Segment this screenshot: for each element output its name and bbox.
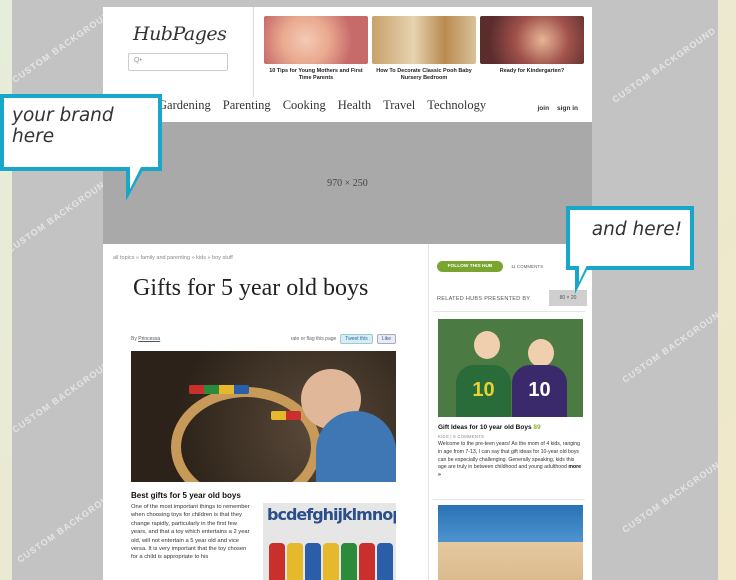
tweet-button[interactable]: Tweet this [340,334,373,344]
header-divider [253,7,254,97]
boy-face [528,339,554,367]
related-hub-summary: Welcome to the pre-teen years! As the mo… [438,441,584,480]
follow-hub-button[interactable]: FOLLOW THIS HUB [437,261,503,272]
boys-jerseys-photo[interactable]: 10 10 [438,319,583,417]
article-meta-row: By Princessa rate or flag this page Twee… [131,334,396,344]
jersey-purple: 10 [512,365,567,417]
nav-item-health[interactable]: Health [338,98,371,113]
lego-letters: bcdefghijklmnop [267,505,396,524]
lego-figure [359,543,375,580]
toy-train-car [271,411,301,420]
sign-in-link[interactable]: sign in [557,105,578,112]
author-byline: By Princessa [131,336,160,342]
hub-page: HubPages Q• 10 Tips for Young Mothers an… [103,7,592,580]
join-link[interactable]: join [537,105,549,112]
banner-size-label: 970 × 250 [327,177,368,189]
promo-caption[interactable]: 10 Tips for Young Mothers and First Time… [264,68,368,82]
promo-item[interactable]: 10 Tips for Young Mothers and First Time… [264,16,368,82]
lego-figures-photo: bcdefghijklmnop [263,503,396,580]
promo-caption[interactable]: How To Decorate Classic Pooh Baby Nurser… [372,68,476,82]
sidebar-divider [433,311,585,312]
promo-caption[interactable]: Ready for Kindergarten? [480,68,584,75]
watermark-text: CUSTOM BACKGROUND [620,455,718,535]
nav-item-travel[interactable]: Travel [383,98,415,113]
sidebar-divider [433,499,585,500]
right-sidebar: FOLLOW THIS HUB 11 COMMENTS RELATED HUBS… [428,244,592,580]
rate-flag-link[interactable]: rate or flag this page [291,336,337,342]
section-heading: Best gifts for 5 year old boys [131,491,241,500]
related-hubs-label: RELATED HUBS PRESENTED BY [437,296,531,302]
child-body [316,411,396,482]
lego-figure [341,543,357,580]
nav-item-technology[interactable]: Technology [427,98,486,113]
comments-count[interactable]: 11 COMMENTS [511,264,543,269]
train-track [171,387,321,482]
and-here-callout: and here! [566,206,694,270]
watermark-text: CUSTOM BACKGROUND [620,305,718,385]
promo-item[interactable]: Ready for Kindergarten? [480,16,584,75]
breadcrumb[interactable]: all topics » family and parenting » kids… [113,255,233,261]
related-hub-meta: KIDS | 8 COMMENTS [438,434,485,439]
promo-thumb-nursery[interactable] [372,16,476,64]
category-nav: Gardening Parenting Cooking Health Trave… [158,98,486,113]
page-title: Gifts for 5 year old boys [133,275,369,301]
beach-kids-photo[interactable] [438,505,583,580]
callout-tail-inner [579,265,587,282]
hub-score: 89 [533,424,541,431]
related-hub-title-text[interactable]: Gift Ideas for 10 year old Boys [438,424,532,431]
related-hub-text: Welcome to the pre-teen years! As the mo… [438,441,581,471]
lego-figure [269,543,285,580]
hubpages-logo[interactable]: HubPages [133,23,227,45]
lego-figure [305,543,321,580]
facebook-like-button[interactable]: Like [376,334,396,344]
article-body-text: One of the most important things to reme… [131,504,250,561]
author-link[interactable]: Princessa [138,336,160,342]
related-hub-title[interactable]: Gift Ideas for 10 year old Boys 89 [438,424,541,431]
jersey-green: 10 [456,365,511,417]
toy-train [189,385,249,394]
nav-item-parenting[interactable]: Parenting [223,98,271,113]
search-input[interactable]: Q• [128,53,228,71]
nav-item-cooking[interactable]: Cooking [283,98,326,113]
watermark-text: CUSTOM BACKGROUND [12,175,113,255]
banner-ad-slot: 970 × 250 [103,122,592,244]
share-bar: rate or flag this page Tweet this Like [291,334,396,344]
lego-figure [287,543,303,580]
auth-links: join sign in [537,105,578,112]
lego-figure [377,543,393,580]
by-label: By [131,336,137,342]
nav-item-gardening[interactable]: Gardening [158,98,211,113]
boy-face [474,331,500,359]
promo-item[interactable]: How To Decorate Classic Pooh Baby Nurser… [372,16,476,82]
toy-train-photo [131,351,396,482]
screenshot-stage: CUSTOM BACKGROUND CUSTOM BACKGROUND CUST… [0,0,736,580]
promo-thumb-girl[interactable] [480,16,584,64]
lego-figure [323,543,339,580]
callout-tail-inner [130,167,141,189]
brand-callout: your brand here [0,94,162,171]
site-header: HubPages Q• 10 Tips for Young Mothers an… [103,7,592,122]
promo-thumb-baby[interactable] [264,16,368,64]
watermark-text: CUSTOM BACKGROUND [610,25,718,105]
